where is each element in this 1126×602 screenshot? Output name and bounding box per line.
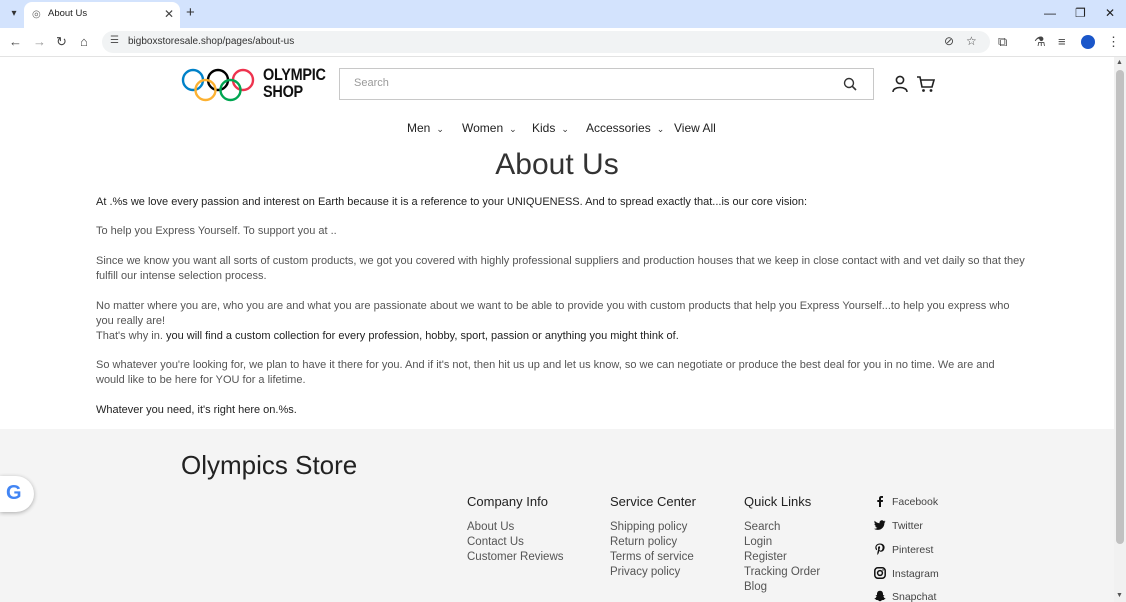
url-text: bigboxstoresale.shop/pages/about-us [128, 36, 295, 47]
site-info-icon[interactable]: ☰ [110, 35, 119, 46]
footer-link-about-us[interactable]: About Us [467, 521, 514, 533]
footer-link-privacy-policy[interactable]: Privacy policy [610, 566, 680, 578]
footer-link-tracking-order[interactable]: Tracking Order [744, 566, 820, 578]
browser-toolbar: ← → ↻ ⌂ ☰ bigboxstoresale.shop/pages/abo… [0, 28, 1126, 57]
footer-service-title: Service Center [610, 494, 696, 509]
reload-icon[interactable]: ↻ [56, 34, 67, 50]
media-icon[interactable]: ≡ [1058, 34, 1066, 50]
footer-link-login[interactable]: Login [744, 536, 772, 548]
footer-link-terms-of-service[interactable]: Terms of service [610, 551, 694, 563]
search-input[interactable] [354, 77, 824, 89]
menu-icon[interactable]: ⋮ [1107, 34, 1120, 50]
social-facebook[interactable]: Facebook [874, 495, 938, 508]
google-icon: G [6, 482, 22, 504]
pinterest-icon [875, 543, 885, 555]
scroll-down-icon[interactable]: ▼ [1116, 592, 1123, 599]
minimize-icon[interactable]: — [1044, 6, 1056, 20]
chevron-down-icon: ⌄ [509, 124, 517, 134]
eye-off-icon[interactable]: ⊘ [944, 34, 954, 48]
extensions-icon[interactable]: ⧉ [998, 34, 1007, 50]
back-icon[interactable]: ← [9, 34, 22, 50]
social-snapchat[interactable]: Snapchat [874, 590, 936, 602]
nav-item-accessories[interactable]: Accessories ⌄ [586, 121, 664, 135]
footer-link-customer-reviews[interactable]: Customer Reviews [467, 551, 564, 563]
logo-text: OLYMPIC SHOP [263, 65, 326, 101]
bookmark-star-icon[interactable]: ☆ [966, 34, 977, 48]
social-instagram[interactable]: Instagram [874, 567, 939, 580]
paragraph-5: That's why in. you will find a custom co… [96, 330, 679, 342]
home-icon[interactable]: ⌂ [80, 34, 88, 50]
paragraph-2: To help you Express Yourself. To support… [96, 225, 337, 237]
paragraph-4: No matter where you are, who you are and… [96, 300, 1010, 327]
footer-link-register[interactable]: Register [744, 551, 787, 563]
nav-item-kids[interactable]: Kids ⌄ [532, 121, 569, 135]
olympic-rings-icon [181, 68, 255, 102]
olympic-favicon-icon: ◎ [32, 9, 41, 20]
labs-icon[interactable]: ⚗ [1034, 34, 1046, 50]
footer [0, 429, 1114, 602]
footer-link-return-policy[interactable]: Return policy [610, 536, 677, 548]
footer-company-title: Company Info [467, 494, 548, 509]
chevron-down-icon: ⌄ [561, 124, 569, 134]
close-window-icon[interactable]: ✕ [1105, 6, 1115, 20]
paragraph-1: At .%s we love every passion and interes… [96, 196, 808, 208]
footer-link-blog[interactable]: Blog [744, 581, 767, 593]
paragraph-6: So whatever you're looking for, we plan … [96, 359, 995, 386]
browser-tab[interactable]: ◎ About Us ✕ [24, 2, 180, 28]
facebook-icon [877, 496, 883, 507]
address-bar[interactable]: ☰ bigboxstoresale.shop/pages/about-us ⊘ … [102, 31, 990, 53]
restore-icon[interactable]: ❐ [1075, 6, 1086, 20]
chevron-down-icon: ⌄ [656, 124, 665, 134]
new-tab-icon[interactable]: + [186, 5, 195, 21]
footer-link-shipping-policy[interactable]: Shipping policy [610, 521, 687, 533]
nav-item-view-all[interactable]: View All [674, 121, 716, 135]
browser-tabbar: ▾ ◎ About Us ✕ + — ❐ ✕ [0, 0, 1126, 28]
search-box[interactable] [339, 68, 874, 100]
scroll-thumb[interactable] [1116, 70, 1124, 544]
scroll-up-icon[interactable]: ▲ [1116, 59, 1123, 66]
social-pinterest[interactable]: Pinterest [874, 543, 933, 556]
nav-item-women[interactable]: Women ⌄ [462, 121, 517, 135]
tab-title: About Us [48, 8, 88, 19]
cart-icon[interactable] [916, 75, 936, 93]
page-title: About Us [495, 148, 619, 181]
tab-search-icon[interactable]: ▾ [6, 6, 22, 22]
close-tab-icon[interactable]: ✕ [164, 7, 174, 21]
social-twitter[interactable]: Twitter [874, 519, 923, 532]
footer-brand: Olympics Store [181, 450, 358, 480]
search-icon[interactable] [843, 77, 857, 91]
footer-link-contact-us[interactable]: Contact Us [467, 536, 524, 548]
snapchat-icon [874, 590, 886, 602]
site-logo[interactable]: OLYMPIC SHOP [181, 66, 326, 104]
footer-quick-title: Quick Links [744, 494, 812, 509]
footer-link-search[interactable]: Search [744, 521, 780, 533]
paragraph-3: Since we know you want all sorts of cust… [96, 255, 1025, 282]
account-icon[interactable] [891, 75, 909, 93]
instagram-icon [874, 567, 886, 579]
forward-icon[interactable]: → [33, 34, 46, 50]
nav-item-men[interactable]: Men ⌄ [407, 121, 444, 135]
twitter-icon [874, 520, 886, 530]
profile-avatar[interactable] [1081, 35, 1095, 49]
chevron-down-icon: ⌄ [436, 124, 444, 134]
paragraph-7: Whatever you need, it's right here on.%s… [96, 404, 297, 416]
